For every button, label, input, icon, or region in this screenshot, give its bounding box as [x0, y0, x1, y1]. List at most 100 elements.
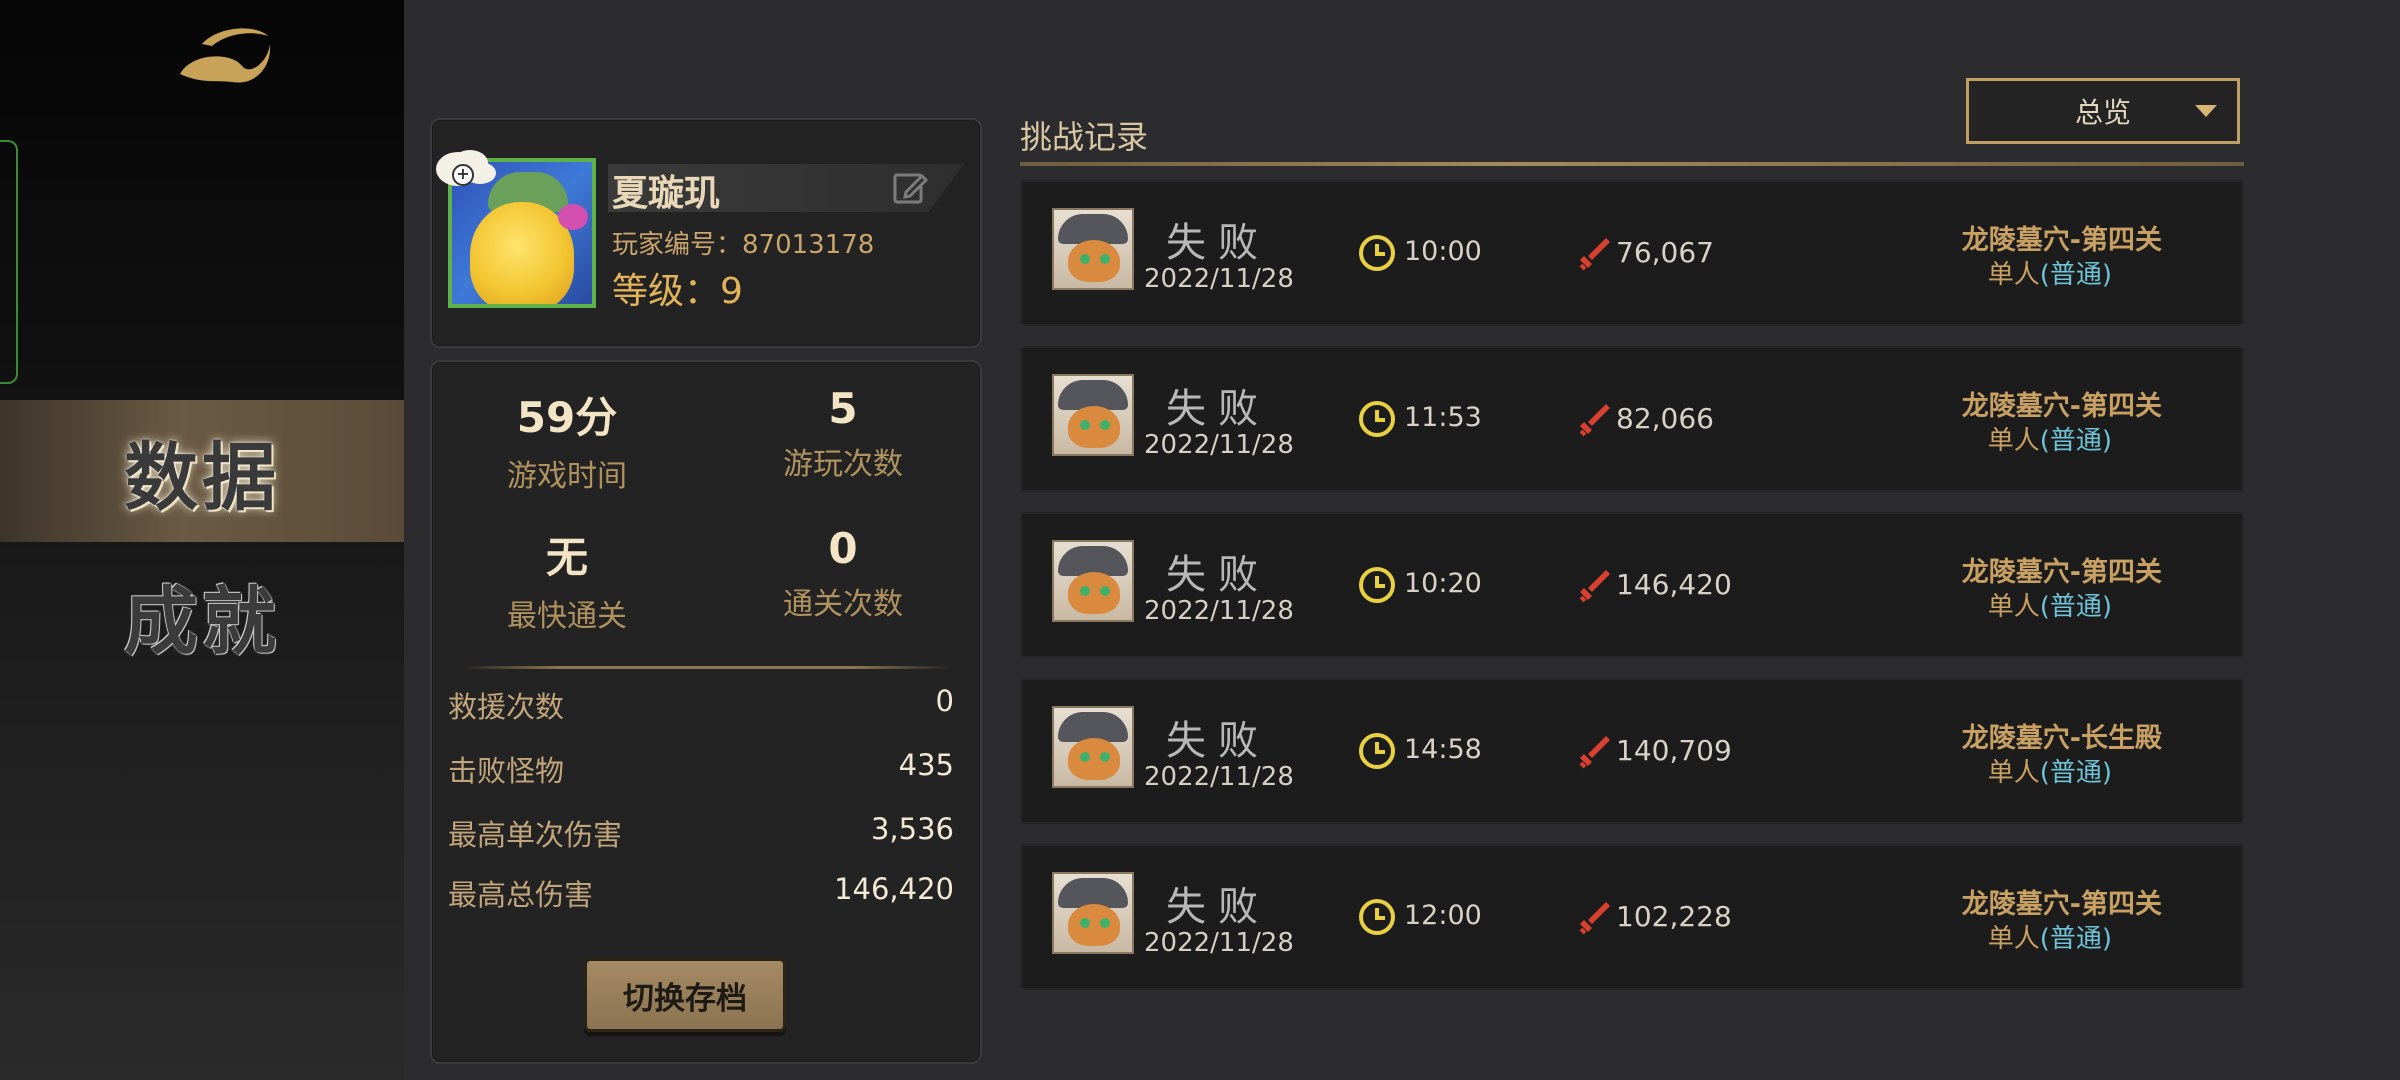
record-date: 2022/11/28: [1144, 762, 1294, 792]
sword-icon: [1579, 902, 1610, 935]
record-damage: 82,066: [1616, 402, 1714, 435]
stats-divider: [460, 666, 952, 669]
mode-text: 单人: [1987, 426, 2040, 456]
record-time: 11:53: [1404, 402, 1482, 433]
record-damage: 102,228: [1616, 900, 1732, 933]
mode-text: 单人: [1987, 592, 2040, 622]
chevron-down-icon: [2195, 105, 2217, 117]
stat-label: 通关次数: [783, 587, 903, 622]
stat-row-max-total: 最高总伤害 146,420: [448, 872, 954, 914]
record-result: 失败: [1166, 718, 1270, 764]
stat-row-kills: 击败怪物 435: [448, 748, 954, 790]
record-mode: 单人(普通): [1988, 420, 2112, 457]
character-avatar: [1052, 208, 1134, 290]
record-stage: 龙陵墓穴-第四关: [1961, 391, 2162, 422]
record-damage: 76,067: [1616, 236, 1714, 269]
records-filter-dropdown[interactable]: 总览: [1966, 78, 2240, 144]
record-result: 失败: [1166, 884, 1270, 930]
clock-icon: [1359, 235, 1395, 271]
record-row[interactable]: 失败 2022/11/28 12:00 102,228 龙陵墓穴-第四关 单人(…: [1020, 844, 2244, 990]
difficulty-text: (普通): [2039, 592, 2112, 622]
records-title: 挑战记录: [1020, 118, 1149, 156]
record-date: 2022/11/28: [1144, 264, 1294, 294]
difficulty-text: (普通): [2039, 260, 2112, 290]
dropdown-selected: 总览: [2074, 96, 2131, 129]
record-mode: 单人(普通): [1988, 254, 2112, 291]
record-row[interactable]: 失败 2022/11/28 10:20 146,420 龙陵墓穴-第四关 单人(…: [1020, 512, 2244, 658]
row-label: 击败怪物: [448, 754, 565, 788]
stat-row-rescues: 救援次数 0: [448, 684, 954, 726]
avatar-bow: [558, 204, 588, 230]
record-row[interactable]: 失败 2022/11/28 14:58 140,709 龙陵墓穴-长生殿 单人(…: [1020, 678, 2244, 824]
record-date: 2022/11/28: [1144, 430, 1294, 460]
record-stage: 龙陵墓穴-第四关: [1961, 557, 2162, 588]
row-value: 146,420: [834, 872, 954, 906]
clock-icon: [1359, 899, 1395, 935]
stat-row-max-hit: 最高单次伤害 3,536: [448, 812, 954, 854]
record-mode: 单人(普通): [1988, 586, 2112, 623]
record-damage: 140,709: [1616, 734, 1732, 767]
profile-card: + 夏璇玑 玩家编号：87013178 等级：9: [430, 118, 982, 348]
stats-card: 59分 游戏时间 5 游玩次数 无 最快通关 0 通关次数 救援次数 0 击败怪…: [430, 360, 982, 1064]
record-date: 2022/11/28: [1144, 928, 1294, 958]
record-mode: 单人(普通): [1988, 918, 2112, 955]
record-result: 失败: [1166, 386, 1270, 432]
sword-icon: [1579, 404, 1610, 437]
sword-icon: [1579, 736, 1610, 769]
mode-text: 单人: [1987, 260, 2040, 290]
row-label: 最高单次伤害: [448, 818, 623, 852]
difficulty-text: (普通): [2039, 924, 2112, 954]
nav-data[interactable]: 数据: [0, 400, 404, 542]
record-time: 10:00: [1404, 236, 1482, 267]
stat-value: 无: [545, 533, 588, 582]
records-divider: [1020, 162, 2244, 166]
stat-clear-count: 0 通关次数: [708, 524, 978, 623]
stat-label: 最快通关: [507, 599, 627, 634]
record-result: 失败: [1166, 220, 1270, 266]
record-damage: 146,420: [1616, 568, 1732, 601]
record-time: 12:00: [1404, 900, 1482, 931]
difficulty-text: (普通): [2039, 758, 2112, 788]
mode-text: 单人: [1987, 924, 2040, 954]
nav-achievements[interactable]: 成就: [0, 544, 404, 686]
row-value: 0: [935, 684, 954, 718]
game-logo: [180, 28, 271, 83]
stat-value: 5: [828, 384, 858, 433]
edit-icon[interactable]: [892, 170, 928, 206]
add-icon[interactable]: +: [452, 164, 474, 186]
row-label: 最高总伤害: [448, 878, 594, 912]
sword-icon: [1579, 570, 1610, 603]
player-level: 等级：9: [612, 271, 743, 312]
difficulty-text: (普通): [2039, 426, 2112, 456]
mode-text: 单人: [1987, 758, 2040, 788]
character-avatar: [1052, 540, 1134, 622]
record-result: 失败: [1166, 552, 1270, 598]
sidebar: 数据 成就: [0, 0, 404, 1080]
record-row[interactable]: 失败 2022/11/28 10:00 76,067 龙陵墓穴-第四关 单人(普…: [1020, 180, 2244, 326]
stat-value: 59分: [516, 393, 618, 442]
record-stage: 龙陵墓穴-第四关: [1961, 225, 2162, 256]
record-time: 14:58: [1404, 734, 1482, 765]
character-avatar: [1052, 706, 1134, 788]
record-stage: 龙陵墓穴-长生殿: [1961, 723, 2162, 754]
clock-icon: [1359, 401, 1395, 437]
clock-icon: [1359, 567, 1395, 603]
stat-value: 0: [828, 524, 858, 573]
character-avatar: [1052, 374, 1134, 456]
stat-play-count: 5 游玩次数: [708, 384, 978, 483]
record-row[interactable]: 失败 2022/11/28 11:53 82,066 龙陵墓穴-第四关 单人(普…: [1020, 346, 2244, 492]
clock-icon: [1359, 733, 1395, 769]
stat-label: 游戏时间: [507, 459, 627, 494]
stat-fastest-clear: 无 最快通关: [432, 524, 702, 635]
row-label: 救援次数: [448, 690, 565, 724]
character-avatar: [1052, 872, 1134, 954]
record-mode: 单人(普通): [1988, 752, 2112, 789]
switch-save-button[interactable]: 切换存档: [584, 958, 786, 1032]
row-value: 435: [898, 748, 954, 782]
row-value: 3,536: [870, 812, 954, 846]
player-id: 玩家编号：87013178: [612, 230, 875, 260]
player-name: 夏璇玑: [612, 173, 721, 214]
side-decoration: [0, 140, 18, 384]
record-date: 2022/11/28: [1144, 596, 1294, 626]
stat-play-time: 59分 游戏时间: [432, 384, 702, 495]
